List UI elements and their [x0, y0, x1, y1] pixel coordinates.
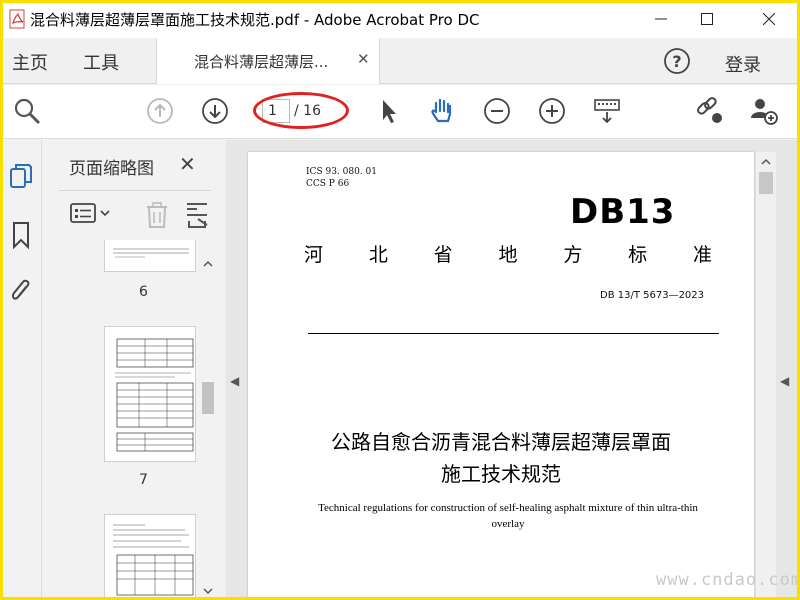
minimize-icon	[655, 18, 667, 20]
hand-tool-button[interactable]	[425, 94, 459, 128]
login-button[interactable]: 登录	[725, 51, 761, 77]
thumbnail-page-content	[113, 524, 194, 596]
scrollbar-arrows	[203, 260, 213, 595]
page-down-icon	[202, 98, 228, 124]
hand-tool-icon	[431, 98, 452, 123]
keyboard-icon	[594, 99, 620, 124]
panel-divider	[59, 190, 211, 191]
province-char: 省	[433, 244, 453, 266]
zoom-in-button[interactable]	[535, 94, 569, 128]
thumbnail-label: 6	[139, 284, 148, 300]
add-user-icon	[751, 99, 778, 125]
share-link-button[interactable]	[692, 94, 726, 128]
header-rule	[308, 333, 719, 334]
trash-icon	[147, 202, 167, 228]
page-number-input[interactable]	[262, 99, 290, 123]
tab-tools[interactable]: 工具	[83, 49, 119, 75]
thumbnails-panel: 页面缩略图 ✕ 6 7	[43, 140, 225, 600]
maximize-button[interactable]	[684, 0, 730, 38]
close-window-button[interactable]	[746, 0, 792, 38]
thumbnail-page-6[interactable]	[104, 240, 196, 272]
add-user-button[interactable]	[747, 94, 781, 128]
close-tab-icon[interactable]: ✕	[357, 50, 370, 68]
bookmarks-button[interactable]	[8, 222, 34, 249]
acrobat-pdf-icon	[9, 9, 25, 29]
document-page: ICS 93. 080. 01 CCS P 66 DB13 河 北 省 地 方 …	[248, 152, 754, 600]
zoom-out-icon	[484, 98, 510, 124]
list-options-icon	[70, 203, 110, 223]
document-title-english: Technical regulations for construction o…	[318, 502, 698, 530]
page-navigator: / 16	[262, 98, 340, 124]
keyboard-tool-button[interactable]	[590, 94, 624, 128]
maximize-icon	[701, 13, 713, 25]
navigation-rail	[0, 140, 42, 600]
page-up-icon	[147, 98, 173, 124]
tab-bar: 主页 工具 混合料薄层超薄层... ✕ ? 登录	[0, 38, 800, 84]
select-tool-button[interactable]	[371, 94, 405, 128]
svg-text:?: ?	[672, 52, 681, 71]
panel-title: 页面缩略图	[69, 159, 154, 179]
thumbnail-page-content	[115, 338, 194, 452]
thumbnail-scrollbar[interactable]	[199, 255, 217, 600]
extract-page-button[interactable]	[185, 201, 211, 233]
expand-right-panel-icon[interactable]: ◀	[780, 374, 789, 388]
thumbnail-options-button[interactable]	[69, 201, 113, 231]
attachments-button[interactable]	[8, 278, 34, 304]
standard-code: DB 13/T 5673—2023	[600, 290, 705, 301]
zoom-in-icon	[539, 98, 565, 124]
tab-document[interactable]: 混合料薄层超薄层... ✕	[156, 38, 380, 84]
db-logo: DB13	[570, 192, 676, 232]
province-char: 北	[368, 244, 388, 266]
ics-line: ICS 93. 080. 01	[306, 167, 377, 177]
ics-code: ICS 93. 080. 01 CCS P 66	[306, 166, 377, 190]
copy-pages-icon	[10, 164, 32, 188]
minimize-button[interactable]	[638, 0, 684, 38]
paperclip-icon	[11, 279, 30, 300]
window-title: 混合料薄层超薄层罩面施工技术规范.pdf - Adobe Acrobat Pro…	[30, 11, 480, 29]
thumbnail-label: 7	[139, 472, 148, 488]
thumbnail-page-8[interactable]	[104, 514, 196, 600]
close-panel-icon[interactable]: ✕	[179, 152, 196, 176]
document-tab-label: 混合料薄层超薄层...	[194, 53, 329, 71]
share-link-icon	[697, 97, 722, 123]
select-arrow-icon	[383, 100, 396, 123]
province-char: 标	[628, 244, 648, 266]
collapse-left-panel-icon[interactable]: ◀	[230, 374, 239, 388]
document-title-line2: 施工技术规范	[441, 462, 561, 486]
close-icon	[763, 13, 775, 25]
extract-page-icon	[187, 203, 208, 228]
scroll-up-icon[interactable]	[756, 152, 776, 172]
province-char: 准	[692, 244, 712, 266]
document-viewer: ICS 93. 080. 01 CCS P 66 DB13 河 北 省 地 方 …	[226, 140, 800, 600]
ccs-line: CCS P 66	[306, 179, 350, 189]
document-scrollbar[interactable]	[756, 152, 776, 600]
scrollbar-thumb[interactable]	[202, 382, 214, 414]
watermark: www.cndao.com	[656, 570, 800, 590]
zoom-search-icon	[14, 98, 41, 125]
title-bar: 混合料薄层超薄层罩面施工技术规范.pdf - Adobe Acrobat Pro…	[0, 0, 800, 38]
zoom-search-button[interactable]	[10, 94, 44, 128]
toolbar: / 16	[0, 85, 800, 139]
thumbnail-page-7[interactable]	[104, 326, 196, 462]
zoom-out-button[interactable]	[480, 94, 514, 128]
delete-page-button[interactable]	[143, 201, 171, 233]
province-char: 方	[563, 244, 583, 266]
thumbnail-page-content	[113, 248, 189, 258]
page-total: / 16	[294, 103, 321, 119]
help-icon[interactable]: ?	[663, 47, 691, 75]
thumbnail-list: 6 7	[59, 240, 199, 600]
scrollbar-thumb[interactable]	[759, 172, 773, 194]
previous-page-button[interactable]	[143, 94, 177, 128]
tab-home[interactable]: 主页	[12, 49, 48, 75]
bookmark-icon	[13, 222, 29, 249]
province-char: 地	[498, 244, 518, 266]
document-title-line1: 公路自愈合沥青混合料薄层超薄层罩面	[331, 430, 671, 454]
province-standard: 河 北 省 地 方 标 准	[304, 240, 712, 267]
province-char: 河	[304, 244, 324, 266]
next-page-button[interactable]	[198, 94, 232, 128]
page-thumbnails-button[interactable]	[8, 164, 34, 190]
